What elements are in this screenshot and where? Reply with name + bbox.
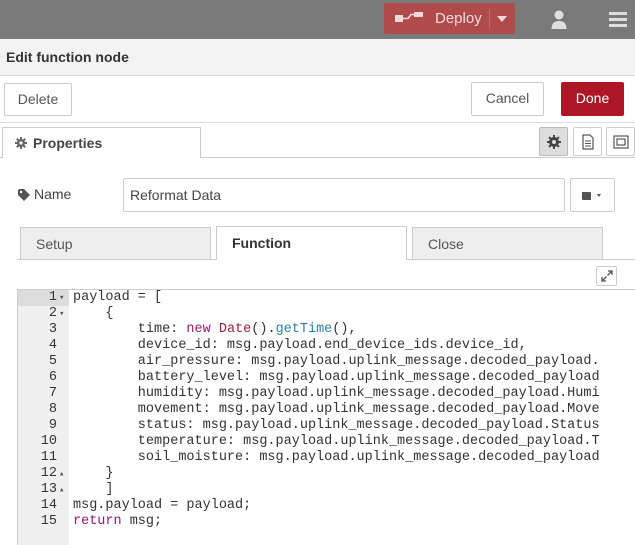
line-number: 6 xyxy=(48,370,57,385)
tab-function[interactable]: Function xyxy=(216,226,407,260)
cancel-button[interactable]: Cancel xyxy=(471,82,544,116)
subtab-gap xyxy=(217,259,406,260)
line-number: 5 xyxy=(48,354,57,369)
code-text: temperature: msg.payload.uplink_message.… xyxy=(73,434,600,449)
main-menu-button[interactable] xyxy=(594,4,634,35)
flow-icon xyxy=(395,12,423,22)
code-text: { xyxy=(73,306,114,321)
header-bar: Deploy xyxy=(0,0,635,39)
name-input[interactable] xyxy=(123,178,565,212)
code-text: soil_moisture: msg.payload.uplink_messag… xyxy=(73,450,600,465)
line-number: 9 xyxy=(48,418,57,433)
tab-setup[interactable]: Setup xyxy=(20,227,211,259)
expand-icon xyxy=(601,270,613,282)
name-label: Name xyxy=(18,186,71,202)
line-number: 13 xyxy=(40,482,57,497)
code-text: return msg; xyxy=(73,514,163,529)
code-line[interactable]: 13 ▴ ] xyxy=(18,482,635,498)
tab-gap xyxy=(3,157,200,158)
deploy-button[interactable]: Deploy xyxy=(384,3,515,34)
code-line[interactable]: 7 humidity: msg.payload.uplink_message.d… xyxy=(18,386,635,402)
line-number: 15 xyxy=(40,514,57,529)
code-line[interactable]: 4 device_id: msg.payload.end_device_ids.… xyxy=(18,338,635,354)
tab-close[interactable]: Close xyxy=(412,227,603,259)
tray-header: Edit function node xyxy=(0,39,635,76)
node-appearance-icon xyxy=(613,135,629,149)
user-menu-button[interactable] xyxy=(540,4,580,35)
fold-marker-icon[interactable]: ▴ xyxy=(59,482,64,498)
code-line[interactable]: 5 air_pressure: msg.payload.uplink_messa… xyxy=(18,354,635,370)
code-line[interactable]: 12 ▴ } xyxy=(18,466,635,482)
line-number: 2 xyxy=(48,306,57,321)
code-editor[interactable]: 1 ▾ payload = [2 ▾ {3 time: new Date().getT… xyxy=(17,289,635,545)
code-line[interactable]: 8 movement: msg.payload.uplink_message.d… xyxy=(18,402,635,418)
code-text: payload = [ xyxy=(73,290,163,305)
fold-marker-icon[interactable]: ▴ xyxy=(59,466,64,482)
line-number: 3 xyxy=(48,322,57,337)
deploy-dropdown-icon[interactable] xyxy=(497,16,507,22)
expand-editor-button[interactable] xyxy=(596,266,617,286)
code-text: msg.payload = payload; xyxy=(73,498,252,513)
code-text: status: msg.payload.uplink_message.decod… xyxy=(73,418,600,433)
icon-select-button[interactable] xyxy=(570,178,615,212)
tag-icon xyxy=(18,189,30,201)
code-text: movement: msg.payload.uplink_message.dec… xyxy=(73,402,600,417)
fold-marker-icon[interactable]: ▾ xyxy=(59,290,64,306)
code-text: } xyxy=(73,466,114,481)
code-line[interactable]: 14 msg.payload = payload; xyxy=(18,498,635,514)
line-number: 10 xyxy=(40,434,57,449)
code-text: time: new Date().getTime(), xyxy=(73,322,357,337)
line-number: 4 xyxy=(48,338,57,353)
deploy-separator xyxy=(489,9,490,28)
line-number: 12 xyxy=(40,466,57,481)
code-text: air_pressure: msg.payload.uplink_message… xyxy=(73,354,600,369)
code-line[interactable]: 15 return msg; xyxy=(18,514,635,530)
tab-properties-label: Properties xyxy=(33,135,103,151)
book-icon xyxy=(582,192,601,200)
line-number: 14 xyxy=(40,498,57,513)
gear-icon xyxy=(547,135,561,149)
line-number: 11 xyxy=(40,450,57,465)
code-text: ] xyxy=(73,482,114,497)
hamburger-menu-icon xyxy=(609,12,627,27)
code-text: battery_level: msg.payload.uplink_messag… xyxy=(73,370,600,385)
gear-icon xyxy=(15,137,27,149)
appearance-tab-button[interactable] xyxy=(606,127,635,156)
code-line[interactable]: 11 soil_moisture: msg.payload.uplink_mes… xyxy=(18,450,635,466)
done-button[interactable]: Done xyxy=(561,82,624,116)
code-line[interactable]: 10 temperature: msg.payload.uplink_messa… xyxy=(18,434,635,450)
line-number: 1 xyxy=(48,290,57,305)
document-icon xyxy=(582,134,594,150)
name-label-text: Name xyxy=(34,186,72,202)
divider xyxy=(0,122,635,123)
tab-properties[interactable]: Properties xyxy=(2,127,201,158)
code-text: humidity: msg.payload.uplink_message.dec… xyxy=(73,386,600,401)
fold-marker-icon[interactable]: ▾ xyxy=(59,306,64,322)
tray-title: Edit function node xyxy=(6,49,129,65)
settings-tab-button[interactable] xyxy=(539,127,568,156)
code-line[interactable]: 2 ▾ { xyxy=(18,306,635,322)
deploy-label: Deploy xyxy=(435,10,482,27)
code-text: device_id: msg.payload.end_device_ids.de… xyxy=(73,338,527,353)
code-line[interactable]: 3 time: new Date().getTime(), xyxy=(18,322,635,338)
code-line[interactable]: 6 battery_level: msg.payload.uplink_mess… xyxy=(18,370,635,386)
code-line[interactable]: 1 ▾ payload = [ xyxy=(18,290,635,306)
code-line[interactable]: 9 status: msg.payload.uplink_message.dec… xyxy=(18,418,635,434)
description-tab-button[interactable] xyxy=(573,127,602,156)
delete-button[interactable]: Delete xyxy=(4,83,72,116)
line-number: 8 xyxy=(48,402,57,417)
line-number: 7 xyxy=(48,386,57,401)
user-icon xyxy=(551,10,567,29)
